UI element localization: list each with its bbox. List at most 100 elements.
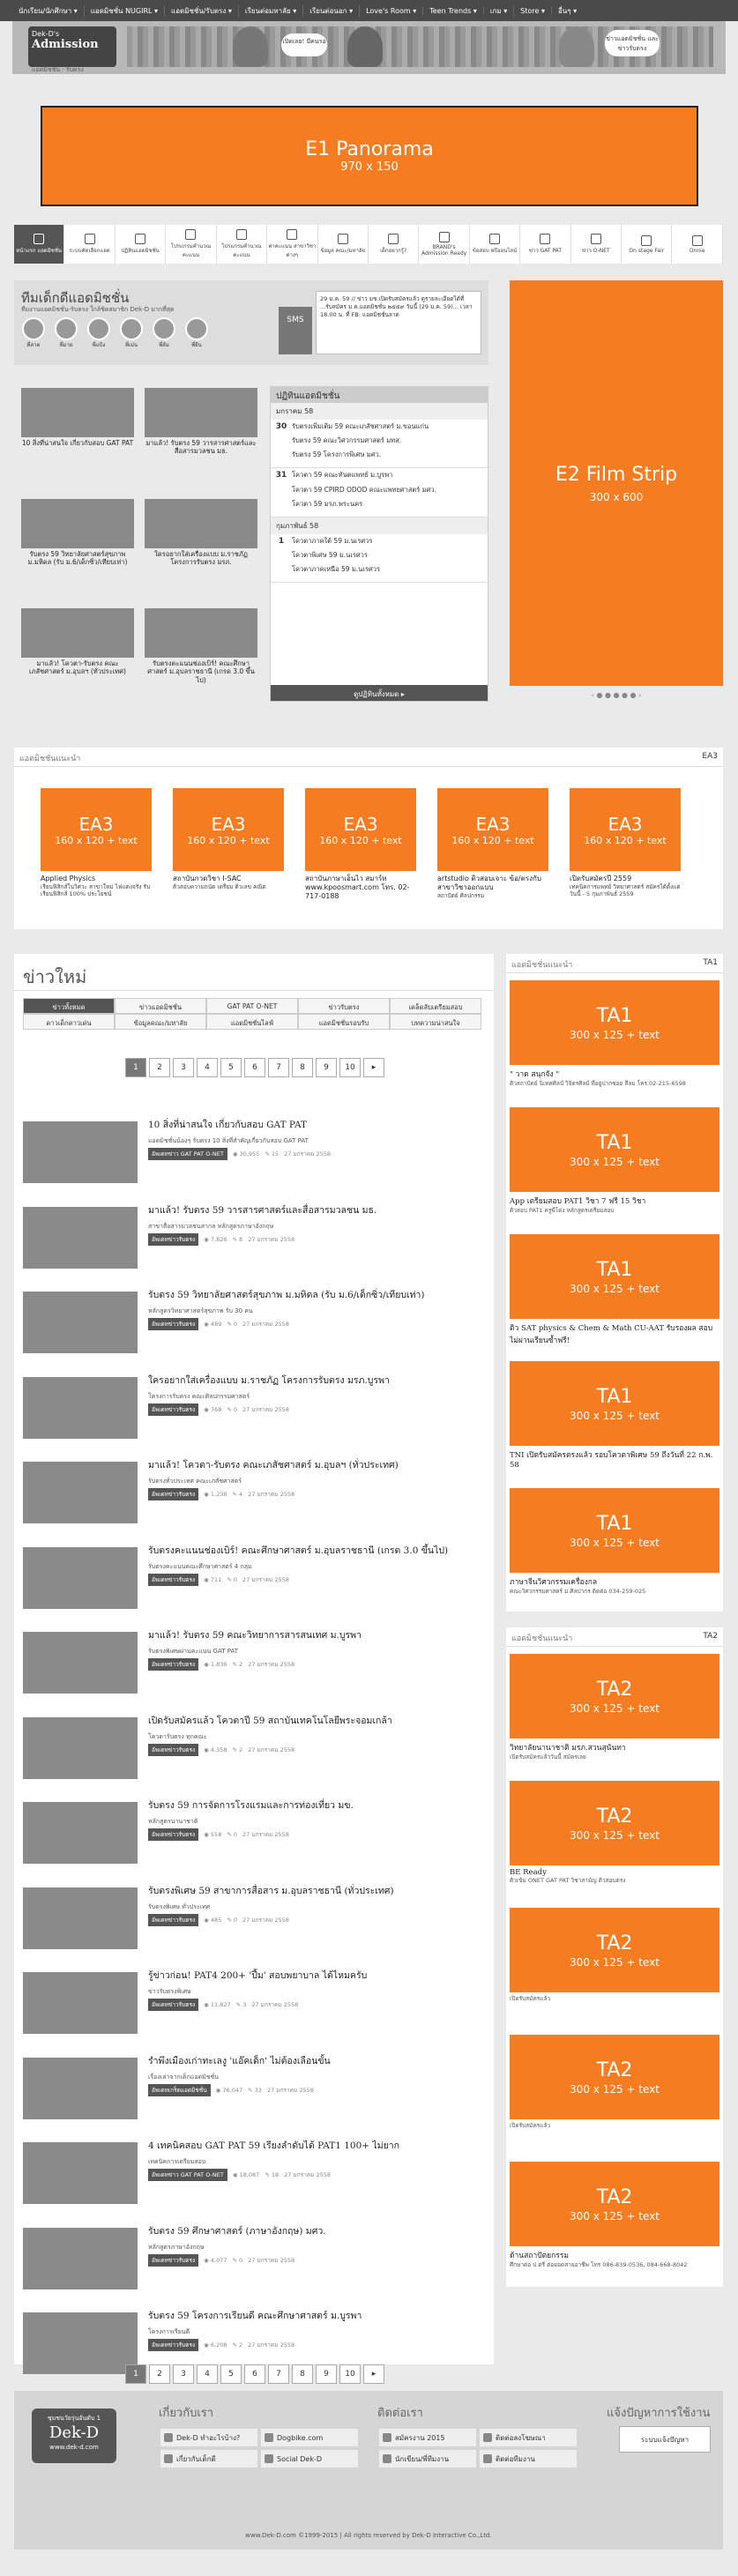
iconbar-item[interactable]: เด็กอยากรู้? — [369, 225, 420, 264]
page-button[interactable]: 7 — [268, 1058, 289, 1077]
calendar-event[interactable]: โควตา 59 คณะทันตแพทย์ ม.บูรพา — [292, 471, 488, 480]
news-title[interactable]: รู้ข่าวก่อน! PAT4 200+ 'ปึ้ม' สอบพยาบาล … — [148, 1970, 481, 1982]
team-member[interactable]: พี่ลาด — [21, 317, 46, 349]
page-button[interactable]: 1 — [125, 2364, 146, 2384]
news-thumbnail[interactable] — [23, 1887, 138, 1949]
page-button[interactable]: 2 — [149, 1058, 170, 1077]
ta2-ad[interactable]: TA2 300 x 125 + text — [510, 1654, 719, 1738]
news-thumbnail[interactable] — [23, 1121, 138, 1183]
ta2-ad[interactable]: TA2 300 x 125 + text — [510, 2035, 719, 2119]
ta1-ad[interactable]: TA1 300 x 125 + text — [510, 1361, 719, 1446]
page-button[interactable]: 6 — [244, 1058, 265, 1077]
page-button[interactable]: ▸ — [363, 2364, 384, 2384]
news-tab[interactable]: ดาวเด็กดาวเด่น — [23, 1014, 115, 1030]
news-title[interactable]: ใครอยากใส่เครื่องแบบ ม.ราชภัฏ โครงการรับ… — [148, 1375, 481, 1387]
nav-item[interactable]: เรียนต่อนอก ▾ — [303, 4, 361, 17]
ta1-ad[interactable]: TA1 300 x 125 + text — [510, 1488, 719, 1573]
category-badge[interactable]: อัพเดทข่าวรับตรง — [148, 2339, 199, 2351]
e2-film-strip-ad[interactable]: E2 Film Strip 300 x 600 — [510, 280, 723, 686]
calendar-event[interactable]: โควตาพิเศษ 59 ม.นเรศวร — [292, 551, 488, 560]
news-title[interactable]: มาแล้ว! รับตรง 59 คณะวิทยาการสารสนเทศ ม.… — [148, 1630, 481, 1642]
report-problem-button[interactable]: ระบบแจ้งปัญหา — [619, 2426, 711, 2453]
calendar-event[interactable]: รับตรง 59 โครงการพิเศษ มศว. — [292, 450, 488, 459]
featured-thumb[interactable]: มาแล้ว! รับตรง 59 วารสารศาสตร์และสื่อสาร… — [145, 388, 257, 456]
news-tab[interactable]: แอดมิชชั่นไลฟ์ — [206, 1014, 298, 1030]
news-item[interactable]: รับตรง 59 การจัดการโรงแรมและการท่องเที่ย… — [23, 1798, 481, 1869]
iconbar-item[interactable]: ข่าว GAT PAT — [520, 225, 571, 264]
ea3-ad[interactable]: EA3 160 x 120 + text — [305, 788, 416, 871]
ea3-ad[interactable]: EA3 160 x 120 + text — [437, 788, 548, 871]
page-button[interactable]: 6 — [244, 2364, 265, 2384]
team-member[interactable]: พี่แป้ง — [86, 317, 111, 349]
news-item[interactable]: มาแล้ว! โควตา-รับตรง คณะเภสัชศาสตร์ ม.อุ… — [23, 1458, 481, 1529]
carousel-dots[interactable]: ‹ ● ● ● ● ● › — [510, 691, 723, 699]
category-badge[interactable]: อัพเดทข่าวรับตรง — [148, 1573, 199, 1586]
iconbar-item[interactable]: On stage Fair — [622, 225, 673, 264]
footer-link[interactable]: ติดต่อทีมงาน — [480, 2450, 577, 2468]
ta2-item[interactable]: TA2 300 x 125 + text BE Ready ติวเข้ม ONET … — [510, 1781, 719, 1884]
ta1-item[interactable]: TA1 300 x 125 + text TNI เปิดรับสมัครตรงแล… — [510, 1361, 719, 1470]
ea3-item[interactable]: EA3 160 x 120 + text artstudio ติวสอบเจาะ … — [437, 788, 548, 899]
category-badge[interactable]: อัพเดทข่าวรับตรง — [148, 1828, 199, 1841]
ta1-ad[interactable]: TA1 300 x 125 + text — [510, 980, 719, 1065]
news-item[interactable]: รับตรงคะแนนช่องเบิร์! คณะศึกษาศาสตร์ ม.อ… — [23, 1544, 481, 1614]
e1-panorama-ad[interactable]: E1 Panorama 970 x 150 — [41, 106, 698, 206]
news-item[interactable]: รับตรง 59 วิทยาลัยศาสตร์สุขภาพ ม.มหิดล (… — [23, 1288, 481, 1359]
footer-link[interactable]: Dogbike.com — [261, 2429, 358, 2446]
nav-item[interactable]: Teen Trends ▾ — [423, 6, 484, 15]
footer-link[interactable]: ติดต่อลงโฆษณา — [480, 2429, 577, 2446]
nav-item[interactable]: แอดมิชชั่น/รับตรง ▾ — [165, 4, 239, 17]
page-button[interactable]: 8 — [292, 1058, 313, 1077]
nav-item[interactable]: Love's Room ▾ — [360, 6, 424, 15]
category-badge[interactable]: อัพเดทข่าวรับตรง — [148, 1658, 199, 1671]
iconbar-item[interactable]: Onnie — [672, 225, 723, 264]
nav-item[interactable]: เกม ▾ — [484, 4, 515, 17]
news-title[interactable]: รับตรง 59 โครงการเรียนดี คณะศึกษาศาสตร์ … — [148, 2311, 481, 2322]
iconbar-item[interactable]: ข้อมูล คณะ/มหาลัย — [318, 225, 369, 264]
page-button[interactable]: 3 — [173, 1058, 194, 1077]
news-thumbnail[interactable] — [23, 2312, 138, 2374]
calendar-event[interactable]: โควตาภาคใต้ 59 ม.นเรศวร — [292, 537, 488, 546]
news-title[interactable]: 4 เทคนิคสอบ GAT PAT 59 เรียงลำดับได้ PAT… — [148, 2140, 481, 2152]
category-badge[interactable]: อัพเดทข่าวรับตรง — [148, 1232, 199, 1246]
news-title[interactable]: เปิดรับสมัครแล้ว โควตาปี 59 สถาบันเทคโนโ… — [148, 1716, 481, 1727]
ea3-ad[interactable]: EA3 160 x 120 + text — [570, 788, 681, 871]
news-title[interactable]: รับตรงคะแนนช่องเบิร์! คณะศึกษาศาสตร์ ม.อ… — [148, 1545, 481, 1557]
ta2-ad[interactable]: TA2 300 x 125 + text — [510, 1908, 719, 1992]
ea3-item[interactable]: EA3 160 x 120 + text Applied Physics เรียนฟ… — [41, 788, 152, 898]
news-title[interactable]: รับตรงพิเศษ 59 สาขาการสื่อสาร ม.อุบลราชธ… — [148, 1886, 481, 1897]
ta1-item[interactable]: TA1 300 x 125 + text " วาด สนุกจัง " ติวสถา… — [510, 980, 719, 1087]
featured-thumb[interactable]: รับตรง 59 วิทยาลัยศาสตร์สุขภาพ ม.มหิดล (… — [21, 499, 134, 567]
footer-link[interactable]: Dek-D ทำอะไรบ้าง? — [160, 2429, 257, 2446]
team-member[interactable]: พี่เม่น — [119, 317, 144, 349]
featured-thumb[interactable]: 10 สิ่งที่น่าสนใจ เกี่ยวกับสอบ GAT PAT — [21, 388, 134, 447]
category-badge[interactable]: อัพเดทข่าว GAT PAT O-NET — [148, 2169, 227, 2181]
news-tab[interactable]: ข้อมูลคณะ/มหาลัย — [115, 1014, 206, 1030]
news-title[interactable]: มาแล้ว! โควตา-รับตรง คณะเภสัชศาสตร์ ม.อุ… — [148, 1460, 481, 1471]
ta2-item[interactable]: TA2 300 x 125 + text เปิดรับสมัครแล้ว — [510, 1908, 719, 2002]
ea3-item[interactable]: EA3 160 x 120 + text เปิดรับสมัครปี 2559 เท… — [570, 788, 681, 898]
news-tab[interactable]: แอดมิชชั่นรอบรับ — [298, 1014, 390, 1030]
ea3-ad[interactable]: EA3 160 x 120 + text — [41, 788, 152, 871]
iconbar-item[interactable]: โปรแกรมคำนวณคะแนน — [166, 225, 217, 264]
team-member[interactable]: พี่ยีน — [184, 317, 209, 349]
news-tab[interactable]: ข่าวรับตรง — [298, 998, 390, 1014]
page-button[interactable]: 1 — [125, 1058, 146, 1077]
category-badge[interactable]: อัพเดทข่าวรับตรง — [148, 2253, 199, 2267]
ta2-item[interactable]: TA2 300 x 125 + text เปิดรับสมัครแล้ว — [510, 2035, 719, 2129]
news-title[interactable]: 10 สิ่งที่น่าสนใจ เกี่ยวกับสอบ GAT PAT — [148, 1120, 481, 1131]
page-button[interactable]: 2 — [149, 2364, 170, 2384]
news-title[interactable]: รับตรง 59 ศึกษาศาสตร์ (ภาษาอังกฤษ) มศว. — [148, 2226, 481, 2237]
ea3-ad[interactable]: EA3 160 x 120 + text — [173, 788, 284, 871]
featured-thumb[interactable]: ใครอยากใส่เครื่องแบบ ม.ราชภัฏ โครงการรับ… — [145, 499, 257, 567]
ta1-item[interactable]: TA1 300 x 125 + text ติว SAT physics & Che… — [510, 1234, 719, 1346]
news-title[interactable]: รำพึงเมืองเก่าทะเลงู 'แอ๊คเด็ก' ไม่ต้องเ… — [148, 2056, 481, 2067]
page-button[interactable]: 7 — [268, 2364, 289, 2384]
ta1-item[interactable]: TA1 300 x 125 + text ภาษาจีนวิศวกรรมเครื่อ… — [510, 1488, 719, 1595]
news-title[interactable]: มาแล้ว! รับตรง 59 วารสารศาสตร์และสื่อสาร… — [148, 1205, 481, 1217]
nav-item[interactable]: อื่นๆ ▾ — [552, 5, 583, 17]
page-button[interactable]: 10 — [339, 1058, 361, 1077]
news-thumbnail[interactable] — [23, 2142, 138, 2204]
page-button[interactable]: 3 — [173, 2364, 194, 2384]
news-tab[interactable]: GAT PAT O-NET — [206, 998, 298, 1014]
